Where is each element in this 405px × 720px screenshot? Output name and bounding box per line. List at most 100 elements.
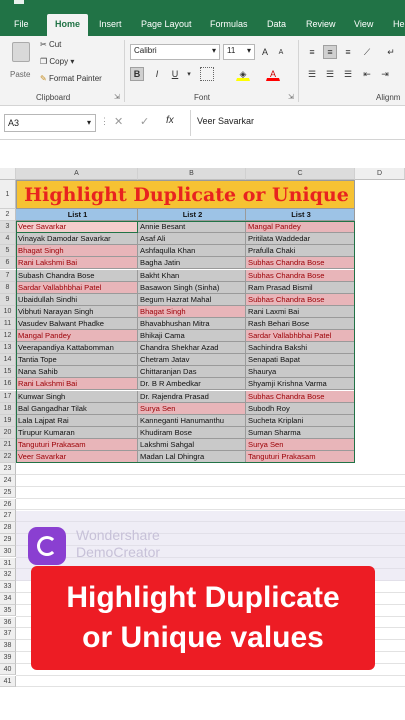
row-header-10[interactable]: 10 [0, 305, 16, 318]
row-header-2[interactable]: 2 [0, 209, 16, 222]
row-header-15[interactable]: 15 [0, 366, 16, 379]
column-header-b[interactable]: B [138, 168, 246, 180]
sheet-title: Highlight Duplicate or Unique [16, 180, 355, 209]
align-left-icon[interactable]: ☰ [305, 67, 319, 81]
row-header-6[interactable]: 6 [0, 257, 16, 270]
tab-he[interactable]: He [393, 16, 405, 36]
row-header-36[interactable]: 36 [0, 616, 16, 629]
row-header-18[interactable]: 18 [0, 402, 16, 415]
row-header-32[interactable]: 32 [0, 569, 16, 582]
increase-indent-icon[interactable]: ⇥ [378, 67, 392, 81]
dialog-launcher-icon[interactable]: ⇲ [114, 93, 120, 101]
list-header-1[interactable]: List 1 [16, 209, 138, 222]
row-header-20[interactable]: 20 [0, 426, 16, 439]
list-header-3[interactable]: List 3 [246, 209, 355, 222]
tab-insert[interactable]: Insert [99, 16, 122, 36]
row-header-9[interactable]: 9 [0, 293, 16, 306]
align-right-icon[interactable]: ☰ [341, 67, 355, 81]
row-header-16[interactable]: 16 [0, 378, 16, 391]
increase-font-icon[interactable]: A [258, 45, 272, 59]
row-header-7[interactable]: 7 [0, 269, 16, 282]
row-header-38[interactable]: 38 [0, 640, 16, 652]
font-size-value: 11 [227, 46, 236, 55]
row-header-5[interactable]: 5 [0, 245, 16, 258]
save-icon[interactable] [14, 0, 24, 4]
align-center-icon[interactable]: ☰ [323, 67, 337, 81]
wrap-text-icon[interactable]: ↵ [384, 45, 398, 59]
decrease-indent-icon[interactable]: ⇤ [360, 67, 374, 81]
function-icon[interactable]: fx [166, 115, 174, 126]
cancel-icon[interactable]: ✕ [114, 115, 123, 128]
row-header-33[interactable]: 33 [0, 581, 16, 593]
cut-label: Cut [48, 40, 62, 49]
tab-view[interactable]: View [354, 16, 373, 36]
gridline [16, 485, 405, 487]
row-header-34[interactable]: 34 [0, 592, 16, 605]
orientation-icon[interactable]: ⟋ [360, 45, 374, 59]
select-all-corner[interactable] [0, 168, 16, 180]
row-header-17[interactable]: 17 [0, 390, 16, 403]
font-color-icon[interactable]: A [266, 67, 280, 81]
format-painter-button[interactable]: ✎ Format Painter [40, 74, 102, 83]
paintbrush-icon: ✎ [40, 74, 47, 83]
row-header-12[interactable]: 12 [0, 330, 16, 343]
row-header-1[interactable]: 1 [0, 180, 16, 209]
cut-button[interactable]: ✂ Cut [40, 40, 61, 49]
row-header-14[interactable]: 14 [0, 354, 16, 367]
formula-input[interactable]: Veer Savarkar [190, 110, 405, 136]
row-header-11[interactable]: 11 [0, 317, 16, 330]
row-header-21[interactable]: 21 [0, 438, 16, 451]
row-header-23[interactable]: 23 [0, 463, 16, 475]
alignment-group-label: Alignm [376, 93, 401, 102]
row-header-35[interactable]: 35 [0, 604, 16, 617]
bold-button[interactable]: B [130, 67, 144, 81]
row-header-39[interactable]: 39 [0, 651, 16, 664]
copy-button[interactable]: ❐ Copy ▾ [40, 57, 74, 66]
column-header-a[interactable]: A [16, 168, 138, 180]
name-box[interactable]: A3 ▾ [4, 114, 96, 132]
dialog-launcher-icon[interactable]: ⇲ [288, 93, 294, 101]
row-header-27[interactable]: 27 [0, 510, 16, 523]
paste-button[interactable]: Paste [8, 40, 34, 80]
row-header-22[interactable]: 22 [0, 451, 16, 464]
tab-data[interactable]: Data [267, 16, 286, 36]
more-options-icon[interactable]: ⋮ [100, 116, 109, 127]
row-header-37[interactable]: 37 [0, 628, 16, 641]
column-header-d[interactable]: D [355, 168, 405, 180]
list-header-2[interactable]: List 2 [138, 209, 246, 222]
row-header-28[interactable]: 28 [0, 522, 16, 534]
fill-color-icon[interactable]: ◈ [236, 67, 250, 81]
row-header-13[interactable]: 13 [0, 342, 16, 355]
row-header-25[interactable]: 25 [0, 486, 16, 499]
underline-button[interactable]: U [168, 67, 182, 81]
decrease-font-icon[interactable]: A [274, 45, 288, 59]
font-name-select[interactable]: Calibri ▾ [130, 44, 220, 60]
align-middle-icon[interactable]: ≡ [323, 45, 337, 59]
tab-home[interactable]: Home [47, 14, 89, 36]
tab-formulas[interactable]: Formulas [210, 16, 248, 36]
tab-file[interactable]: File [14, 16, 29, 36]
align-top-icon[interactable]: ≡ [305, 45, 319, 59]
row-header-40[interactable]: 40 [0, 663, 16, 676]
row-header-4[interactable]: 4 [0, 233, 16, 246]
row-header-26[interactable]: 26 [0, 498, 16, 511]
tab-review[interactable]: Review [306, 16, 336, 36]
align-bottom-icon[interactable]: ≡ [341, 45, 355, 59]
font-size-select[interactable]: 11 ▾ [223, 44, 255, 60]
row-header-19[interactable]: 19 [0, 414, 16, 427]
row-header-8[interactable]: 8 [0, 281, 16, 294]
democreator-logo-icon [28, 527, 66, 565]
row-header-30[interactable]: 30 [0, 545, 16, 558]
row-header-29[interactable]: 29 [0, 533, 16, 546]
confirm-icon[interactable]: ✓ [140, 115, 149, 128]
chevron-down-icon[interactable]: ▾ [182, 67, 196, 81]
copy-label: Copy [49, 57, 69, 66]
row-header-3[interactable]: 3 [0, 221, 16, 234]
row-header-24[interactable]: 24 [0, 474, 16, 487]
row-header-41[interactable]: 41 [0, 675, 16, 688]
row-header-31[interactable]: 31 [0, 557, 16, 570]
italic-button[interactable]: I [150, 67, 164, 81]
borders-icon[interactable] [200, 67, 214, 81]
column-header-c[interactable]: C [246, 168, 355, 180]
tab-page-layout[interactable]: Page Layout [141, 16, 192, 36]
